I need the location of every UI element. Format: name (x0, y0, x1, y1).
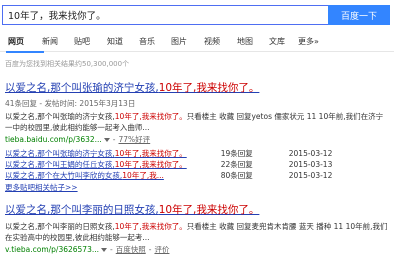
tab-wenku[interactable]: 文库 (269, 32, 298, 52)
result-meta: 41条回复 - 发帖时间: 2015年3月13日 (5, 99, 136, 108)
chevron-down-icon[interactable] (101, 247, 108, 252)
evaluate-link[interactable]: 评价 (154, 244, 169, 255)
tab-more[interactable]: 更多» (298, 32, 319, 52)
result-count: 百度为您找到相关结果约50,300,000个 (5, 60, 130, 68)
search-tabs: 网页 新闻 贴吧 知道 音乐 图片 视频 地图 文库 更多» (0, 32, 394, 53)
result-url: v.tieba.com/p/3626573... (5, 245, 100, 254)
result-url: tieba.baidu.com/p/3632... (5, 135, 102, 144)
search-input[interactable]: 10年了，我来找你了。 (2, 5, 328, 25)
thread-list: 以爱之名,那个叫张瑜的济宁女孩,10年了,我来找你了。 19条回复 2015-0… (5, 148, 332, 181)
search-bar: 10年了，我来找你了。 百度一下 (2, 5, 390, 25)
thread-row: 以爱之名,那个叫王娟的任丘女孩,10年了,我来找你了。 22条回复 2015-0… (5, 159, 332, 170)
search-result: 以爱之名,那个叫李丽的日照女孩,10年了,我来找你了。 以爱之名,那个叫李丽的日… (5, 202, 390, 255)
thread-row: 以爱之名,那个叫张瑜的济宁女孩,10年了,我来找你了。 19条回复 2015-0… (5, 148, 332, 159)
tab-tieba[interactable]: 贴吧 (74, 32, 107, 52)
rating-link[interactable]: 77%好评 (119, 134, 151, 145)
more-threads-link[interactable]: 更多贴吧相关帖子>> (5, 182, 78, 193)
thread-date: 2015-03-13 (288, 160, 333, 169)
tab-images[interactable]: 图片 (171, 32, 204, 52)
result-url-row: tieba.baidu.com/p/3632... - 77%好评 (5, 134, 151, 145)
thread-date: 2015-03-12 (288, 171, 333, 180)
snapshot-link[interactable]: 百度快照 (116, 244, 146, 255)
thread-title-link[interactable]: 以爱之名,那个叫王娟的任丘女孩,10年了,我来找你了。 (5, 159, 187, 170)
chevron-down-icon[interactable] (103, 137, 110, 142)
result-abstract: 以爱之名,那个叫张瑜的济宁女孩,10年了,我来找你了。只看楼主 收藏 回复yet… (5, 112, 384, 132)
result-abstract: 以爱之名,那个叫李丽的日照女孩,10年了,我来找你了。只看楼主 收藏 回复麦兜肯… (5, 222, 388, 242)
search-button[interactable]: 百度一下 (328, 5, 390, 25)
thread-date: 2015-03-12 (288, 149, 333, 158)
thread-replies: 22条回复 (220, 160, 253, 169)
result-title-link[interactable]: 以爱之名,那个叫李丽的日照女孩,10年了,我来找你了。 (5, 202, 390, 217)
thread-title-link[interactable]: 以爱之名,那个叫张瑜的济宁女孩,10年了,我来找你了。 (5, 148, 187, 159)
search-result: 以爱之名,那个叫张瑜的济宁女孩,10年了,我来找你了。 41条回复 - 发帖时间… (5, 80, 390, 193)
tab-video[interactable]: 视频 (204, 32, 237, 52)
tab-music[interactable]: 音乐 (139, 32, 171, 52)
thread-replies: 80条回复 (220, 171, 253, 180)
tab-zhidao[interactable]: 知道 (107, 32, 139, 52)
tab-news[interactable]: 新闻 (42, 32, 74, 52)
tab-web[interactable]: 网页 (6, 32, 44, 53)
thread-title-link[interactable]: 以爱之名,那个在大竹叫李欣的女孩,10年了,我... (5, 170, 187, 181)
tab-map[interactable]: 地图 (237, 32, 269, 52)
thread-replies: 19条回复 (220, 149, 253, 158)
thread-row: 以爱之名,那个在大竹叫李欣的女孩,10年了,我... 80条回复 2015-03… (5, 170, 332, 181)
result-title-link[interactable]: 以爱之名,那个叫张瑜的济宁女孩,10年了,我来找你了。 (5, 80, 390, 95)
result-url-row: v.tieba.com/p/3626573... - 百度快照 - 评价 (5, 244, 170, 255)
